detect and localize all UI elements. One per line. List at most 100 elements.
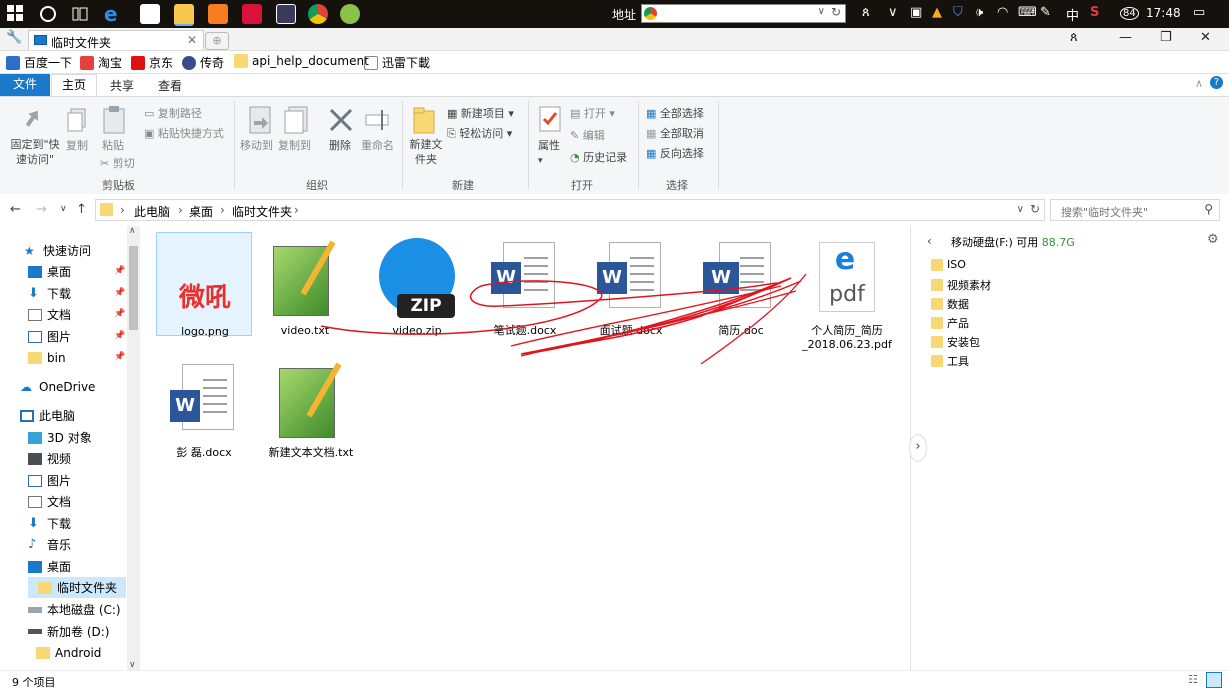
maximize-button[interactable]: ❐ [1160,30,1172,45]
new-item-button[interactable]: ▦ 新建项目 ▾ [447,105,514,121]
pin-icon[interactable]: 📌 [114,309,125,319]
invert-selection-button[interactable]: ▦ 反向选择 [646,145,704,161]
keyboard-icon[interactable]: ⌨ [1018,5,1037,20]
back-arrow-icon[interactable]: ← [10,202,21,217]
ime-indicator[interactable]: 中 [1066,5,1079,24]
scroll-up-icon[interactable]: ∧ [129,226,136,236]
bookmark-chuanqi[interactable]: 传奇 [182,54,224,71]
app-icon-green[interactable] [340,4,360,24]
search-icon[interactable]: ⚲ [1204,202,1213,216]
bookmark-api-help[interactable]: api_help_document [234,54,369,68]
easy-access-button[interactable]: ⎘ 轻松访问 ▾ [447,125,512,141]
dropdown-icon[interactable]: ∨ [818,6,825,17]
search-circle-icon[interactable] [38,4,58,24]
chrome-icon[interactable] [308,4,328,24]
app-icon-dark[interactable] [276,4,296,24]
taskbar-address-input[interactable]: ∨ ↻ [641,4,846,23]
breadcrumb-temp-folder[interactable]: 临时文件夹 [232,203,292,220]
copy-path-button[interactable]: ▭ 复制路径 [144,105,202,121]
tray-warning-icon[interactable]: ▲ [932,5,942,20]
notification-icon[interactable]: ▭ [1193,5,1205,20]
rename-button[interactable]: 重命名 [361,137,394,153]
task-view-icon[interactable] [70,4,90,24]
select-all-button[interactable]: ▦ 全部选择 [646,105,704,121]
explorer-icon[interactable] [174,4,194,26]
volume-icon[interactable]: 🕩 [975,5,983,20]
expand-chevron-icon[interactable]: › [909,434,927,462]
app-icon-orange[interactable] [208,4,228,24]
minimize-button[interactable]: — [1119,30,1132,45]
address-bar[interactable]: › 此电脑 › 桌面 › 临时文件夹 › ∨ ↻ [95,199,1045,221]
move-to-button[interactable]: 移动到 [240,137,273,153]
paste-button[interactable]: 粘贴 [102,137,124,153]
pin-icon[interactable]: 📌 [114,288,125,298]
bookmark-jd[interactable]: 京东 [131,54,173,71]
history-button[interactable]: ◔ 历史记录 [570,149,627,165]
scroll-down-icon[interactable]: ∨ [129,660,136,670]
preview-folder-item[interactable]: ISO [931,258,966,271]
pin-quick-access-button[interactable]: 固定到"快速访问" [6,137,64,167]
shield-icon[interactable]: ⛉ [953,5,963,20]
app-icon-red[interactable] [242,4,262,24]
bookmark-baidu[interactable]: 百度一下 [6,54,72,71]
details-view-icon[interactable]: ☷ [1188,673,1198,686]
pen-icon[interactable]: ✎ [1040,5,1051,20]
edit-button[interactable]: ✎ 编辑 [570,127,605,143]
sidebar-item-temp-folder[interactable]: 临时文件夹 [28,577,126,598]
pin-icon[interactable]: 📌 [114,266,125,276]
new-tab-button[interactable]: ⊕ [205,32,229,50]
tab-current[interactable]: 临时文件夹 ✕ [28,30,204,50]
up-arrow-icon[interactable]: ↑ [76,202,87,217]
help-icon[interactable]: ? [1210,76,1223,89]
tray-badge[interactable]: 84 [1120,7,1139,20]
tab-share[interactable]: 共享 [110,77,134,94]
settings-gear-icon[interactable]: ⚙ [1207,232,1219,247]
scrollbar-thumb[interactable] [129,246,138,330]
people-icon[interactable]: ጰ [862,5,870,20]
tab-home[interactable]: 主页 [51,74,97,96]
tab-view[interactable]: 查看 [158,77,182,94]
address-dropdown-icon[interactable]: ∨ [1017,204,1024,215]
properties-button[interactable]: 属性 ▾ [538,137,560,166]
wrench-icon[interactable]: 🔧 [6,30,22,45]
wifi-icon[interactable]: ◠ [997,5,1008,20]
breadcrumb-this-pc[interactable]: 此电脑 [134,203,170,220]
tab-file[interactable]: 文件 [0,74,50,96]
new-folder-button[interactable]: 新建文件夹 [408,137,444,167]
paste-shortcut-button[interactable]: ▣ 粘贴快捷方式 [144,125,224,141]
bookmark-taobao[interactable]: 淘宝 [80,54,122,71]
pin-icon[interactable]: 📌 [114,331,125,341]
delete-button[interactable]: 删除 [329,137,351,153]
preview-folder-item[interactable]: 产品 [931,315,969,331]
preview-folder-item[interactable]: 工具 [931,353,969,369]
store-icon[interactable] [140,4,160,24]
tray-app-icon[interactable]: ▣ [910,5,922,20]
search-input[interactable]: 搜索"临时文件夹" ⚲ [1050,199,1220,221]
sidebar-scrollbar[interactable]: ∧ ∨ [127,226,140,670]
preview-folder-item[interactable]: 数据 [931,296,969,312]
refresh-icon[interactable]: ↻ [1030,202,1040,216]
edge-icon[interactable]: e [104,4,124,24]
tab-close-icon[interactable]: ✕ [187,33,197,47]
select-none-button[interactable]: ▦ 全部取消 [646,125,704,141]
cut-button[interactable]: ✂ 剪切 [100,155,135,171]
copy-to-button[interactable]: 复制到 [278,137,311,153]
user-icon[interactable]: ጰ [1070,30,1078,45]
back-chevron-icon[interactable]: ‹ [927,234,932,248]
clock[interactable]: 17:48 [1146,6,1181,20]
start-icon[interactable] [6,4,26,24]
preview-folder-item[interactable]: 视频素材 [931,277,991,293]
show-hidden-icon[interactable]: ∨ [888,5,898,20]
refresh-icon[interactable]: ↻ [831,5,841,19]
collapse-ribbon-icon[interactable]: ∧ [1195,77,1203,90]
pin-icon[interactable]: 📌 [114,352,125,362]
breadcrumb-desktop[interactable]: 桌面 [189,203,213,220]
large-icons-view-icon[interactable] [1206,672,1222,688]
preview-folder-item[interactable]: 安装包 [931,334,980,350]
sogou-icon[interactable]: S [1090,5,1099,20]
bookmark-xunlei[interactable]: 迅雷下載 [364,54,430,71]
forward-arrow-icon[interactable]: → [36,202,47,217]
open-button[interactable]: ▤ 打开 ▾ [570,105,615,121]
copy-button[interactable]: 复制 [66,137,88,153]
close-button[interactable]: ✕ [1200,30,1211,45]
